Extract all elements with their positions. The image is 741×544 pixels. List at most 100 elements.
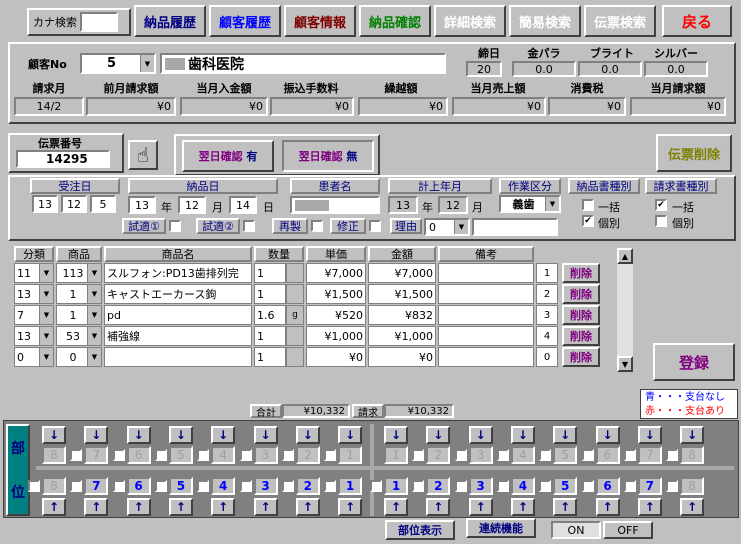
row-quantity[interactable]: 1.6 [254, 305, 286, 325]
chevron-down-icon[interactable]: ▼ [87, 306, 101, 324]
order-day[interactable]: 5 [90, 195, 116, 213]
row-product-name[interactable]: キャストエーカース鉤 [104, 284, 252, 304]
reason-select[interactable]: 0 ▼ [424, 218, 470, 236]
up-arrow-icon[interactable]: ↑ [637, 498, 662, 516]
upper-tooth-checkbox[interactable] [197, 449, 210, 461]
row-unit-price[interactable]: ¥1,000 [306, 326, 366, 346]
work-type-select[interactable]: 義歯 ▼ [499, 195, 561, 213]
row-category[interactable]: 7 ▼ [14, 305, 54, 325]
down-arrow-icon[interactable]: ↓ [42, 426, 66, 444]
remake-checkbox[interactable] [311, 220, 323, 232]
fix-checkbox[interactable] [369, 220, 381, 232]
chevron-down-icon[interactable]: ▼ [39, 264, 53, 282]
row-quantity[interactable]: 1 [254, 347, 286, 367]
down-arrow-icon[interactable]: ↓ [253, 426, 278, 444]
up-arrow-icon[interactable]: ↑ [253, 498, 278, 516]
lower-tooth-checkbox[interactable] [539, 480, 552, 492]
tab-delivery-confirm[interactable]: 納品確認 [359, 5, 431, 37]
tab-simple-search[interactable]: 簡易検索 [509, 5, 581, 37]
upper-tooth-checkbox[interactable] [539, 449, 552, 461]
row-note[interactable] [438, 326, 534, 346]
lower-tooth-checkbox[interactable] [112, 480, 125, 492]
down-arrow-icon[interactable]: ↓ [126, 426, 151, 444]
scroll-down-icon[interactable]: ▼ [617, 356, 633, 372]
row-unit-price[interactable]: ¥7,000 [306, 263, 366, 283]
back-button[interactable]: 戻る [662, 5, 732, 37]
upper-tooth-checkbox[interactable] [281, 449, 294, 461]
down-arrow-icon[interactable]: ↓ [84, 426, 109, 444]
row-delete-button[interactable]: 削除 [562, 263, 600, 283]
register-button[interactable]: 登録 [653, 343, 735, 381]
up-arrow-icon[interactable]: ↑ [338, 498, 363, 516]
row-quantity[interactable]: 1 [254, 326, 286, 346]
upper-tooth-checkbox[interactable] [154, 449, 167, 461]
up-arrow-icon[interactable]: ↑ [211, 498, 236, 516]
row-unit-price[interactable]: ¥1,500 [306, 284, 366, 304]
lower-tooth-checkbox[interactable] [154, 480, 167, 492]
lower-tooth-checkbox[interactable] [28, 480, 40, 492]
down-arrow-icon[interactable]: ↓ [338, 426, 363, 444]
tab-delivery-history[interactable]: 納品履歴 [134, 5, 206, 37]
tab-customer-history[interactable]: 顧客履歴 [209, 5, 281, 37]
row-product-name[interactable] [104, 347, 252, 367]
trial2-checkbox[interactable] [243, 220, 255, 232]
down-arrow-icon[interactable]: ↓ [595, 426, 620, 444]
tab-customer-info[interactable]: 顧客情報 [284, 5, 356, 37]
off-toggle[interactable]: OFF [603, 521, 653, 539]
down-arrow-icon[interactable]: ↓ [680, 426, 705, 444]
down-arrow-icon[interactable]: ↓ [384, 426, 408, 444]
order-year[interactable]: 13 [32, 195, 58, 213]
row-product[interactable]: 1 ▼ [56, 284, 102, 304]
upper-tooth-checkbox[interactable] [666, 449, 679, 461]
row-quantity[interactable]: 1 [254, 263, 286, 283]
lower-tooth-checkbox[interactable] [324, 480, 337, 492]
up-arrow-icon[interactable]: ↑ [553, 498, 578, 516]
grid-scrollbar[interactable]: ▲ ▼ [617, 248, 633, 372]
next-day-confirm-no[interactable]: 翌日確認 無 [282, 140, 374, 172]
invoice-bulk-checkbox[interactable]: ✔ [655, 199, 667, 211]
chevron-down-icon[interactable]: ▼ [87, 264, 101, 282]
reason-text-field[interactable] [472, 218, 558, 236]
row-note[interactable] [438, 305, 534, 325]
up-arrow-icon[interactable]: ↑ [468, 498, 493, 516]
upper-tooth-checkbox[interactable] [581, 449, 594, 461]
lower-tooth-checkbox[interactable] [412, 480, 425, 492]
customer-no-select[interactable]: 5 ▼ [80, 53, 156, 74]
down-arrow-icon[interactable]: ↓ [168, 426, 193, 444]
row-product[interactable]: 53 ▼ [56, 326, 102, 346]
lower-tooth-checkbox[interactable] [581, 480, 594, 492]
up-arrow-icon[interactable]: ↑ [680, 498, 705, 516]
row-product-name[interactable]: 補強線 [104, 326, 252, 346]
row-note[interactable] [438, 284, 534, 304]
chevron-down-icon[interactable]: ▼ [39, 327, 53, 345]
down-arrow-icon[interactable]: ↓ [426, 426, 451, 444]
row-category[interactable]: 11 ▼ [14, 263, 54, 283]
up-arrow-icon[interactable]: ↑ [84, 498, 109, 516]
chevron-down-icon[interactable]: ▼ [87, 327, 101, 345]
lower-tooth-checkbox[interactable] [496, 480, 509, 492]
row-delete-button[interactable]: 削除 [562, 284, 600, 304]
up-arrow-icon[interactable]: ↑ [510, 498, 535, 516]
down-arrow-icon[interactable]: ↓ [211, 426, 236, 444]
row-product[interactable]: 0 ▼ [56, 347, 102, 367]
chevron-down-icon[interactable]: ▼ [39, 285, 53, 303]
row-delete-button[interactable]: 削除 [562, 326, 600, 346]
trial1-checkbox[interactable] [169, 220, 181, 232]
upper-tooth-checkbox[interactable] [70, 449, 83, 461]
row-quantity[interactable]: 1 [254, 284, 286, 304]
lower-tooth-checkbox[interactable] [370, 480, 382, 492]
lower-tooth-checkbox[interactable] [281, 480, 294, 492]
row-product-name[interactable]: スルフォン:PD13歯排列完 [104, 263, 252, 283]
upper-tooth-checkbox[interactable] [112, 449, 125, 461]
row-category[interactable]: 0 ▼ [14, 347, 54, 367]
kana-search-input[interactable] [80, 12, 118, 32]
scroll-up-icon[interactable]: ▲ [617, 248, 633, 264]
order-month[interactable]: 12 [61, 195, 87, 213]
lower-tooth-checkbox[interactable] [239, 480, 252, 492]
up-arrow-icon[interactable]: ↑ [426, 498, 451, 516]
continuous-mode-button[interactable]: 連続機能 [466, 518, 536, 538]
row-category[interactable]: 13 ▼ [14, 326, 54, 346]
row-product[interactable]: 113 ▼ [56, 263, 102, 283]
tab-detail-search[interactable]: 詳細検索 [434, 5, 506, 37]
chevron-down-icon[interactable]: ▼ [39, 348, 53, 366]
